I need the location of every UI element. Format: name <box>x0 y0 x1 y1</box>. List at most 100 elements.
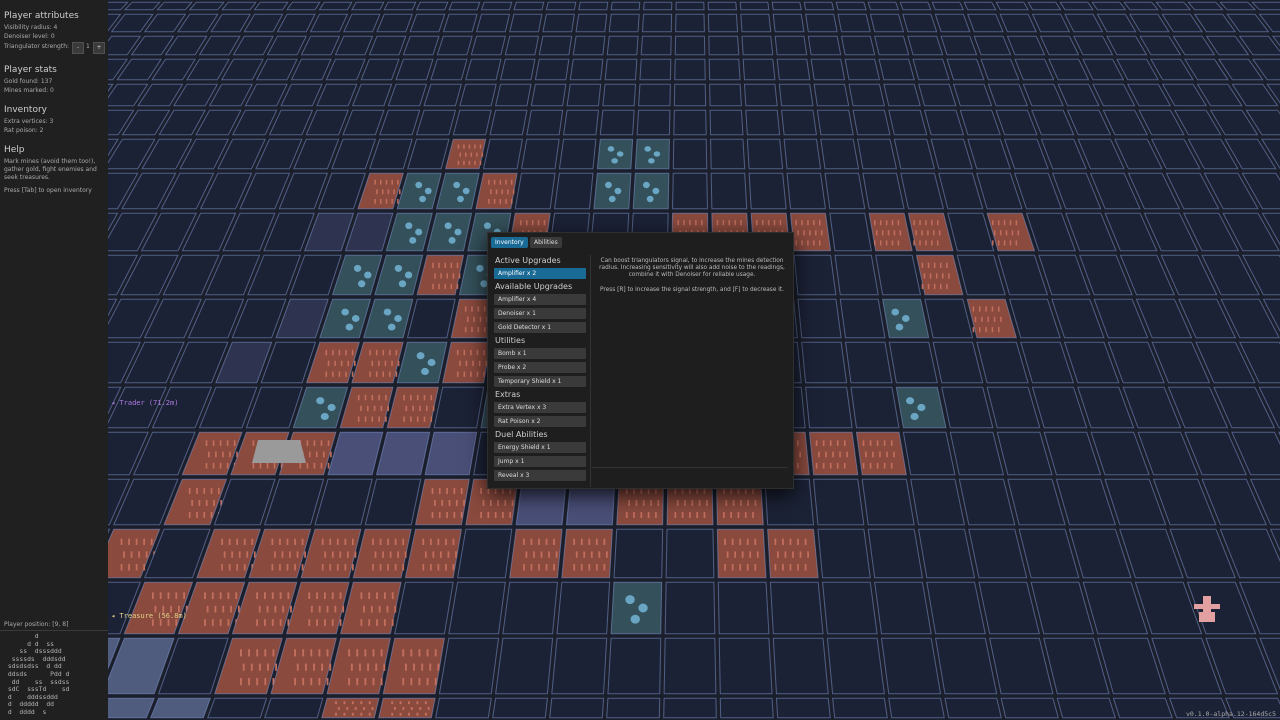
floor-tile[interactable] <box>708 35 740 56</box>
floor-tile[interactable] <box>394 581 454 635</box>
floor-tile[interactable] <box>1123 1 1159 11</box>
floor-tile[interactable] <box>1091 1 1127 11</box>
floor-tile[interactable] <box>776 58 811 81</box>
stone-tile[interactable] <box>149 697 212 719</box>
floor-tile[interactable] <box>867 1 900 11</box>
floor-tile[interactable] <box>746 138 784 170</box>
floor-tile[interactable] <box>495 637 554 695</box>
floor-tile[interactable] <box>867 528 924 579</box>
floor-tile[interactable] <box>778 83 814 107</box>
floor-tile[interactable] <box>874 35 910 56</box>
floor-tile[interactable] <box>526 109 564 136</box>
floor-tile[interactable] <box>494 83 532 107</box>
floor-tile[interactable] <box>1056 697 1116 719</box>
mine-tile[interactable] <box>868 212 913 252</box>
floor-tile[interactable] <box>641 13 673 33</box>
floor-tile[interactable] <box>862 172 905 210</box>
floor-tile[interactable] <box>504 35 540 56</box>
floor-tile[interactable] <box>839 298 886 339</box>
floor-tile[interactable] <box>844 341 893 384</box>
floor-tile[interactable] <box>710 138 746 170</box>
floor-tile[interactable] <box>926 581 986 635</box>
floor-tile[interactable] <box>673 109 707 136</box>
floor-tile[interactable] <box>748 172 787 210</box>
floor-tile[interactable] <box>499 58 536 81</box>
floor-tile[interactable] <box>709 109 744 136</box>
floor-tile[interactable] <box>741 35 774 56</box>
floor-tile[interactable] <box>820 138 860 170</box>
floor-tile[interactable] <box>769 581 824 635</box>
water-tile[interactable] <box>596 138 634 170</box>
floor-tile[interactable] <box>719 697 774 719</box>
floor-tile[interactable] <box>824 172 866 210</box>
floor-tile[interactable] <box>743 83 778 107</box>
floor-tile[interactable] <box>673 83 707 107</box>
floor-tile[interactable] <box>821 581 878 635</box>
floor-tile[interactable] <box>832 697 888 719</box>
floor-tile[interactable] <box>509 13 543 33</box>
floor-tile[interactable] <box>963 1 997 11</box>
floor-tile[interactable] <box>482 138 523 170</box>
floor-tile[interactable] <box>888 697 945 719</box>
floor-tile[interactable] <box>318 1 353 11</box>
floor-tile[interactable] <box>465 58 502 81</box>
floor-tile[interactable] <box>513 1 545 11</box>
floor-tile[interactable] <box>918 83 957 107</box>
floor-tile[interactable] <box>674 35 706 56</box>
floor-tile[interactable] <box>350 1 385 11</box>
floor-tile[interactable] <box>805 386 853 429</box>
floor-tile[interactable] <box>740 13 772 33</box>
item-gold-detector[interactable]: Gold Detector x 1 <box>494 322 586 333</box>
floor-tile[interactable] <box>409 13 446 33</box>
floor-tile[interactable] <box>674 58 706 81</box>
floor-tile[interactable] <box>542 13 575 33</box>
floor-tile[interactable] <box>442 13 478 33</box>
item-bomb[interactable]: Bomb x 1 <box>494 348 586 359</box>
inventory-list[interactable]: Active Upgrades Amplifier x 2 Available … <box>494 255 588 485</box>
floor-tile[interactable] <box>558 138 597 170</box>
floor-tile[interactable] <box>775 697 831 719</box>
floor-tile[interactable] <box>383 1 417 11</box>
floor-tile[interactable] <box>875 254 922 296</box>
floor-tile[interactable] <box>221 1 257 11</box>
floor-tile[interactable] <box>793 254 837 296</box>
floor-tile[interactable] <box>569 58 604 81</box>
floor-tile[interactable] <box>578 1 609 11</box>
floor-tile[interactable] <box>745 109 781 136</box>
floor-tile[interactable] <box>861 478 915 526</box>
floor-tile[interactable] <box>931 1 965 11</box>
floor-tile[interactable] <box>826 637 885 695</box>
floor-tile[interactable] <box>566 83 602 107</box>
item-temporary-shield[interactable]: Temporary Shield x 1 <box>494 376 586 387</box>
floor-tile[interactable] <box>718 637 773 695</box>
floor-tile[interactable] <box>917 528 976 579</box>
floor-tile[interactable] <box>206 697 268 719</box>
floor-tile[interactable] <box>438 637 500 695</box>
floor-tile[interactable] <box>834 254 879 296</box>
floor-tile[interactable] <box>448 1 481 11</box>
floor-tile[interactable] <box>188 1 225 11</box>
floor-tile[interactable] <box>797 298 842 339</box>
floor-tile[interactable] <box>575 13 608 33</box>
floor-tile[interactable] <box>599 109 635 136</box>
floor-tile[interactable] <box>1059 1 1094 11</box>
floor-tile[interactable] <box>944 697 1002 719</box>
floor-tile[interactable] <box>771 1 802 11</box>
floor-tile[interactable] <box>608 13 640 33</box>
floor-tile[interactable] <box>783 138 822 170</box>
floor-tile[interactable] <box>1187 1 1224 11</box>
floor-tile[interactable] <box>606 697 661 719</box>
floor-tile[interactable] <box>940 35 978 56</box>
water-tile[interactable] <box>634 138 670 170</box>
floor-tile[interactable] <box>553 172 594 210</box>
floor-tile[interactable] <box>781 109 818 136</box>
floor-tile[interactable] <box>912 58 950 81</box>
floor-tile[interactable] <box>1000 697 1059 719</box>
floor-tile[interactable] <box>995 1 1030 11</box>
floor-tile[interactable] <box>562 109 599 136</box>
item-amplifier[interactable]: Amplifier x 4 <box>494 294 586 305</box>
floor-tile[interactable] <box>708 58 741 81</box>
floor-tile[interactable] <box>803 1 835 11</box>
floor-tile[interactable] <box>664 581 716 635</box>
floor-tile[interactable] <box>710 172 748 210</box>
